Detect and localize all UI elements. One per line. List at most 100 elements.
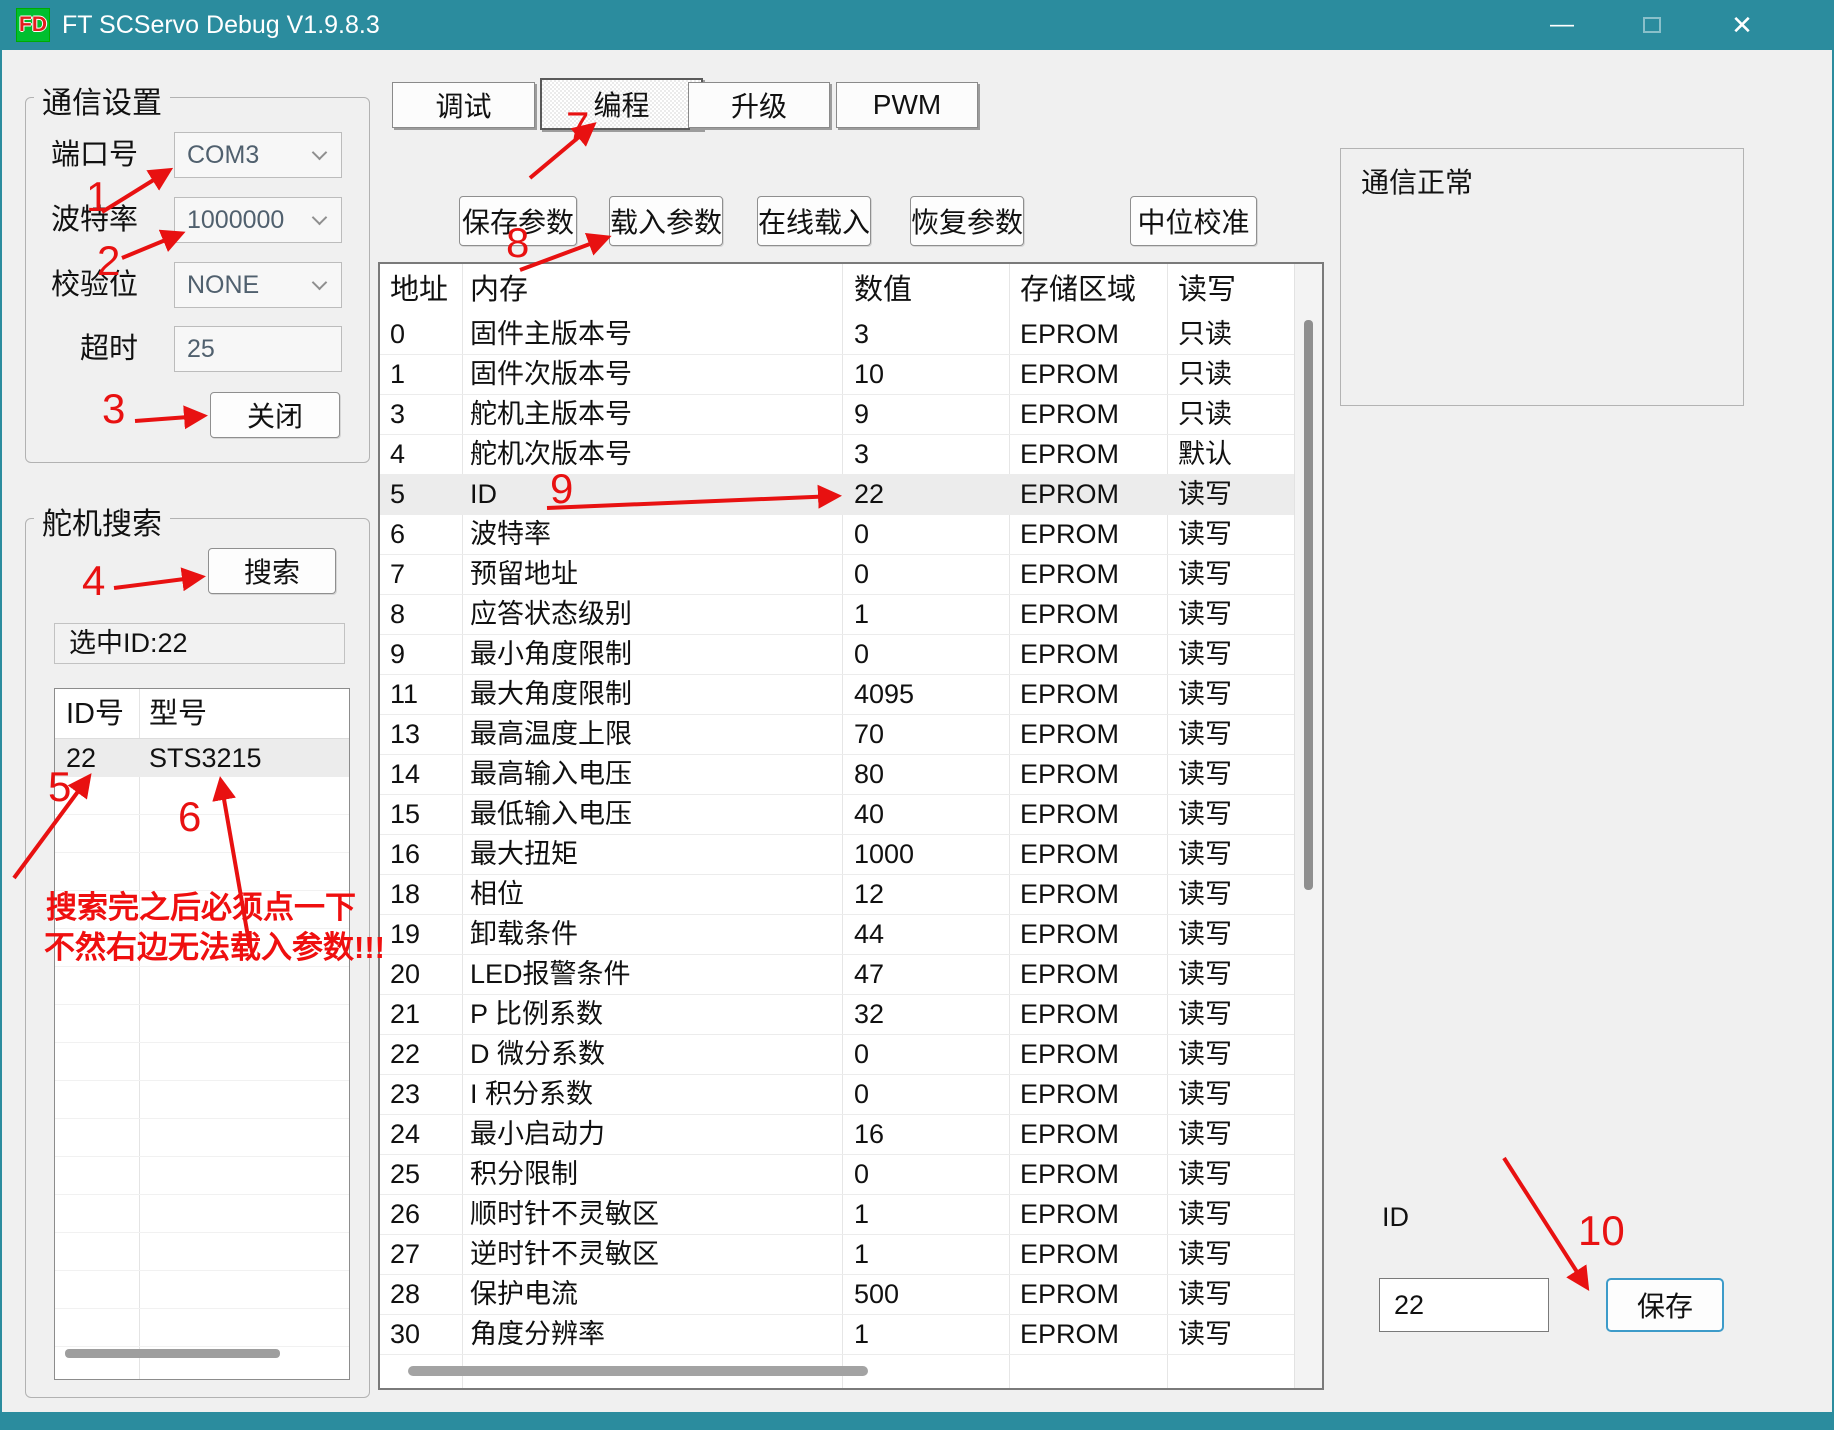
cell-address: 3	[390, 395, 405, 434]
table-row[interactable]: 28 保护电流 500 EPROM 读写	[380, 1275, 1294, 1315]
cell-read-write: 读写	[1178, 995, 1232, 1034]
cell-address: 7	[390, 555, 405, 594]
table-row[interactable]: 19 卸载条件 44 EPROM 读写	[380, 915, 1294, 955]
field-control[interactable]: 25	[174, 326, 342, 372]
cell-memory-name: 相位	[470, 875, 524, 914]
field-value: 1000000	[175, 206, 314, 235]
cell-value: 0	[854, 635, 869, 674]
cell-read-write: 读写	[1178, 555, 1232, 594]
cell-value: 0	[854, 1035, 869, 1074]
table-row[interactable]: 1 固件次版本号 10 EPROM 只读	[380, 355, 1294, 395]
cell-memory-name: 最小角度限制	[470, 635, 632, 674]
chevron-down-icon	[312, 209, 328, 225]
cell-address: 24	[390, 1115, 420, 1154]
cell-value: 0	[854, 1155, 869, 1194]
table-row[interactable]: 4 舵机次版本号 3 EPROM 默认	[380, 435, 1294, 475]
action-button[interactable]: 在线载入	[757, 196, 871, 246]
param-table-vscrollbar[interactable]	[1294, 264, 1322, 1388]
table-row[interactable]: 23 I 积分系数 0 EPROM 读写	[380, 1075, 1294, 1115]
table-row[interactable]: 24 最小启动力 16 EPROM 读写	[380, 1115, 1294, 1155]
field-control[interactable]: COM3	[174, 132, 342, 178]
table-row[interactable]: 18 相位 12 EPROM 读写	[380, 875, 1294, 915]
servo-list-row[interactable]: 22 STS3215	[55, 739, 349, 777]
id-label: ID	[1382, 1202, 1409, 1233]
maximize-button[interactable]	[1623, 0, 1681, 50]
table-row[interactable]: 14 最高输入电压 80 EPROM 读写	[380, 755, 1294, 795]
cell-storage-area: EPROM	[1020, 595, 1119, 634]
minimize-button[interactable]: —	[1533, 0, 1591, 50]
tab[interactable]: 调试	[392, 82, 535, 128]
cell-read-write: 只读	[1178, 395, 1232, 434]
table-row[interactable]: 9 最小角度限制 0 EPROM 读写	[380, 635, 1294, 675]
field-control[interactable]: 1000000	[174, 197, 342, 243]
cell-read-write: 默认	[1178, 435, 1232, 474]
table-row[interactable]: 3 舵机主版本号 9 EPROM 只读	[380, 395, 1294, 435]
cell-value: 10	[854, 355, 884, 394]
field-control[interactable]: NONE	[174, 262, 342, 308]
cell-memory-name: 固件次版本号	[470, 355, 632, 394]
cell-value: 1	[854, 595, 869, 634]
table-row[interactable]: 5 ID 22 EPROM 读写	[380, 475, 1294, 515]
param-table: 地址 内存 数值 存储区域 读写 0 固件主版本号 3 EPROM 只读 1 固…	[378, 262, 1324, 1390]
field-value: NONE	[175, 271, 314, 300]
cell-value: 1	[854, 1195, 869, 1234]
table-row[interactable]: 22 D 微分系数 0 EPROM 读写	[380, 1035, 1294, 1075]
cell-read-write: 读写	[1178, 1315, 1232, 1354]
table-row[interactable]: 30 角度分辨率 1 EPROM 读写	[380, 1315, 1294, 1355]
tab[interactable]: 编程	[540, 78, 703, 130]
search-button[interactable]: 搜索	[208, 548, 336, 594]
table-row[interactable]: 25 积分限制 0 EPROM 读写	[380, 1155, 1294, 1195]
field-label: 校验位	[38, 262, 138, 308]
table-row[interactable]: 13 最高温度上限 70 EPROM 读写	[380, 715, 1294, 755]
tab[interactable]: PWM	[836, 82, 978, 128]
table-row[interactable]: 0 固件主版本号 3 EPROM 只读	[380, 315, 1294, 355]
table-row[interactable]: 27 逆时针不灵敏区 1 EPROM 读写	[380, 1235, 1294, 1275]
save-button[interactable]: 保存	[1606, 1278, 1724, 1332]
servo-list-header: ID号 型号	[55, 689, 349, 739]
id-input[interactable]: 22	[1379, 1278, 1549, 1332]
maximize-icon	[1643, 17, 1661, 33]
table-row[interactable]: 8 应答状态级别 1 EPROM 读写	[380, 595, 1294, 635]
param-table-hscrollbar[interactable]	[408, 1366, 868, 1376]
tab[interactable]: 升级	[688, 82, 830, 128]
cell-value: 1	[854, 1315, 869, 1354]
table-row[interactable]: 6 波特率 0 EPROM 读写	[380, 515, 1294, 555]
cell-address: 6	[390, 515, 405, 554]
field-value: 25	[175, 335, 341, 364]
vscrollbar-thumb[interactable]	[1304, 320, 1313, 890]
window-title: FT SCServo Debug V1.9.8.3	[62, 11, 380, 40]
cell-value: 22	[854, 475, 884, 514]
cell-read-write: 只读	[1178, 315, 1232, 354]
field-label: 超时	[38, 326, 138, 372]
cell-memory-name: 固件主版本号	[470, 315, 632, 354]
table-row[interactable]: 7 预留地址 0 EPROM 读写	[380, 555, 1294, 595]
table-row[interactable]: 11 最大角度限制 4095 EPROM 读写	[380, 675, 1294, 715]
action-button[interactable]: 恢复参数	[910, 196, 1024, 246]
annotation-1: 1	[86, 176, 109, 218]
table-row[interactable]: 21 P 比例系数 32 EPROM 读写	[380, 995, 1294, 1035]
cell-storage-area: EPROM	[1020, 675, 1119, 714]
table-row[interactable]: 16 最大扭矩 1000 EPROM 读写	[380, 835, 1294, 875]
servo-list-rows: 22 STS3215	[55, 739, 349, 777]
cell-memory-name: P 比例系数	[470, 995, 603, 1034]
cell-memory-name: 积分限制	[470, 1155, 578, 1194]
cell-value: 70	[854, 715, 884, 754]
servo-list-hscrollbar[interactable]	[65, 1349, 280, 1358]
cell-storage-area: EPROM	[1020, 435, 1119, 474]
close-port-button[interactable]: 关闭	[210, 392, 340, 438]
action-button[interactable]: 载入参数	[609, 196, 723, 246]
cell-address: 0	[390, 315, 405, 354]
table-row[interactable]: 20 LED报警条件 47 EPROM 读写	[380, 955, 1294, 995]
servo-list[interactable]: ID号 型号 22 STS3215	[54, 688, 350, 1380]
close-button[interactable]: ✕	[1713, 0, 1771, 50]
cell-address: 30	[390, 1315, 420, 1354]
cell-address: 15	[390, 795, 420, 834]
cell-read-write: 读写	[1178, 755, 1232, 794]
cell-storage-area: EPROM	[1020, 1315, 1119, 1354]
action-button[interactable]: 中位校准	[1130, 196, 1257, 246]
cell-read-write: 读写	[1178, 515, 1232, 554]
cell-storage-area: EPROM	[1020, 1235, 1119, 1274]
table-row[interactable]: 15 最低输入电压 40 EPROM 读写	[380, 795, 1294, 835]
table-row[interactable]: 26 顺时针不灵敏区 1 EPROM 读写	[380, 1195, 1294, 1235]
titlebar[interactable]: FD FT SCServo Debug V1.9.8.3 — ✕	[2, 0, 1832, 50]
